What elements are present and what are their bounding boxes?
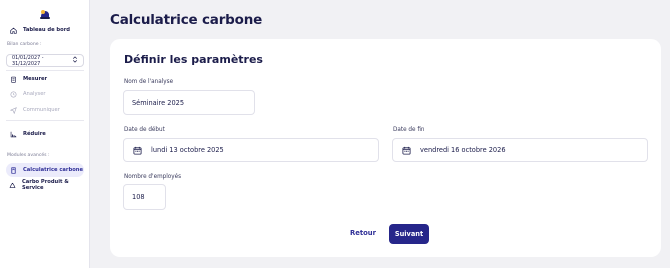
page-title: Calculatrice carbone <box>110 12 263 28</box>
start-date-label: Date de début <box>124 127 165 133</box>
nav-reduce-label: Réduire <box>23 131 46 137</box>
recycle-icon <box>9 181 17 190</box>
bilan-label: Bilan carbone : <box>7 42 42 47</box>
start-date-value: lundi 13 octobre 2025 <box>151 146 224 154</box>
nav-reduce[interactable]: Réduire <box>6 127 84 141</box>
chart-down-icon <box>9 130 18 139</box>
nav-carbon-calculator-label: Calculatrice carbone <box>23 167 83 173</box>
clipboard-icon <box>9 75 18 84</box>
next-button[interactable]: Suivant <box>389 224 429 244</box>
analysis-name-value: Séminaire 2025 <box>132 98 185 107</box>
nav-communicate-label: Communiquer <box>23 107 60 113</box>
nav-carbo-product[interactable]: Carbo Produit & Service <box>6 178 84 192</box>
sidebar-divider <box>6 70 84 71</box>
back-button[interactable]: Retour <box>350 229 376 237</box>
end-date-label: Date de fin <box>393 127 425 133</box>
chevron-updown-icon <box>72 56 78 65</box>
nav-communicate[interactable]: Communiquer <box>6 103 84 117</box>
sidebar-divider <box>6 120 84 121</box>
clock-icon <box>9 90 18 99</box>
nav-measure-label: Mesurer <box>23 76 48 82</box>
nav-carbon-calculator[interactable]: Calculatrice carbone <box>6 163 84 177</box>
end-date-input[interactable]: vendredi 16 octobre 2026 <box>392 138 648 162</box>
nav-carbo-product-label: Carbo Produit & Service <box>21 179 69 191</box>
logo-icon[interactable] <box>39 5 51 19</box>
employees-value: 108 <box>132 193 145 201</box>
employees-label: Nombre d'employés <box>124 174 182 180</box>
nav-dashboard-label: Tableau de bord <box>23 27 70 33</box>
date-range-select[interactable]: 01/01/2027 - 31/12/2027 <box>6 54 84 67</box>
sidebar: Tableau de bord Bilan carbone : 01/01/20… <box>0 0 90 268</box>
nav-analyze[interactable]: Analyser <box>6 87 84 101</box>
end-date-value: vendredi 16 octobre 2026 <box>420 146 506 154</box>
analysis-name-label: Nom de l'analyse <box>124 79 174 85</box>
calendar-icon[interactable] <box>133 146 142 155</box>
modules-label: Modules avancés : <box>7 153 50 158</box>
calculator-icon <box>9 166 18 175</box>
parameters-card: Définir les paramètres Nom de l'analyse … <box>110 39 661 257</box>
home-icon <box>9 26 18 35</box>
employees-input[interactable]: 108 <box>123 184 166 210</box>
nav-analyze-label: Analyser <box>23 91 46 97</box>
analysis-name-input[interactable]: Séminaire 2025 <box>123 90 255 115</box>
calendar-icon[interactable] <box>402 146 411 155</box>
nav-measure[interactable]: Mesurer <box>6 72 84 86</box>
date-range-value: 01/01/2027 - 31/12/2027 <box>12 54 44 67</box>
send-icon <box>9 106 18 115</box>
card-title: Définir les paramètres <box>124 53 263 66</box>
nav-dashboard[interactable]: Tableau de bord <box>6 23 84 37</box>
start-date-input[interactable]: lundi 13 octobre 2025 <box>123 138 379 162</box>
